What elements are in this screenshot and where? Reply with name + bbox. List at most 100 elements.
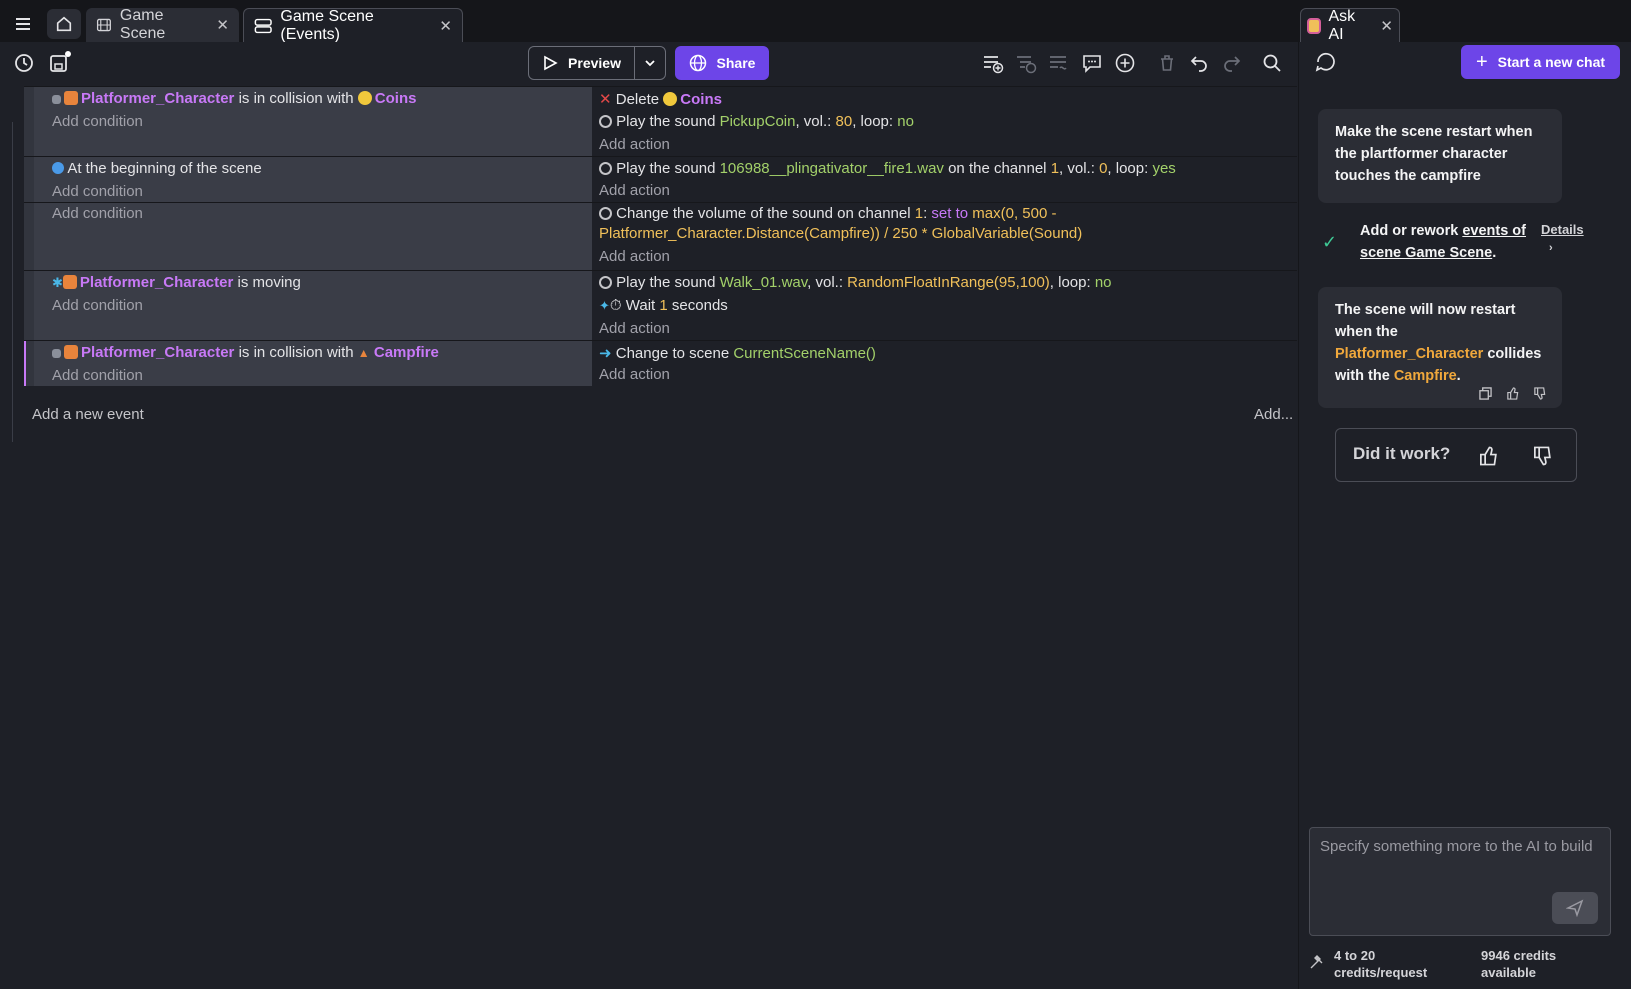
event-row[interactable]: Add condition Change the volume of the s… [24,202,1297,270]
chat-history-icon[interactable] [1311,48,1341,76]
object-name[interactable]: Platformer_Character [81,344,234,361]
add-action-link[interactable]: Add action [599,320,670,337]
conditions-block[interactable]: Add condition [34,203,592,270]
condition[interactable]: At the beginning of the scene [52,160,262,177]
tab-game-scene-events-label: Game Scene (Events) [280,7,374,43]
tab-game-scene-events[interactable]: Game Scene (Events) ✕ [243,7,463,43]
channel-value[interactable]: 1 [915,205,923,222]
event-drag-handle[interactable] [24,157,34,202]
action[interactable]: ➜ Change to scene CurrentSceneName() [599,344,876,362]
wait-value[interactable]: 1 [659,297,667,314]
menu-icon[interactable] [10,11,36,37]
action[interactable]: ✦⏱ Wait 1 seconds [599,297,728,314]
event-row[interactable]: Platformer_Character is in collision wit… [24,86,1297,156]
add-action-link[interactable]: Add action [599,248,670,265]
preview-dropdown-button[interactable] [634,46,666,80]
channel-value[interactable]: 1 [1051,160,1059,177]
start-new-chat-button[interactable]: + Start a new chat [1461,45,1620,79]
character-sprite-icon [64,91,78,105]
share-button[interactable]: Share [675,46,769,80]
action[interactable]: Change the volume of the sound on channe… [599,205,1056,222]
sound-file[interactable]: PickupCoin [720,113,796,130]
add-new-event-link[interactable]: Add a new event [32,406,144,423]
event-row[interactable]: ✱ Platformer_Character is moving Add cond… [24,270,1297,340]
condition[interactable]: Platformer_Character is in collision wit… [52,90,416,107]
operator[interactable]: set to [931,205,968,222]
user-message-text: Make the scene restart when the plartfor… [1335,124,1533,184]
scene-value[interactable]: CurrentSceneName() [733,345,876,362]
add-group-icon[interactable] [1046,50,1072,76]
event-row[interactable]: Platformer_Character is in collision wit… [24,340,1297,386]
close-icon[interactable]: ✕ [216,16,229,34]
close-icon[interactable]: ✕ [439,17,452,35]
conditions-block[interactable]: Platformer_Character is in collision wit… [34,341,592,386]
tool-call-result: ✓ Add or rework events of scene Game Sce… [1318,218,1602,268]
close-icon[interactable]: ✕ [1380,17,1393,35]
action[interactable]: Play the sound Walk_01.wav, vol.: Random… [599,274,1112,291]
film-icon [96,18,111,32]
add-condition-link[interactable]: Add condition [52,113,143,130]
volume-value[interactable]: RandomFloatInRange(95,100) [847,274,1050,291]
object-name[interactable]: Coins [375,90,417,107]
save-icon[interactable] [46,48,74,76]
action[interactable]: Play the sound PickupCoin, vol.: 80, loo… [599,113,914,130]
add-event-icon[interactable] [980,50,1006,76]
undo-icon[interactable] [1186,50,1212,76]
expression-value[interactable]: Platformer_Character.Distance(Campfire))… [599,225,1082,242]
loop-value[interactable]: no [1095,274,1112,291]
search-icon[interactable] [1259,50,1285,76]
action[interactable]: Play the sound 106988__plingativator__fi… [599,160,1176,177]
loop-value[interactable]: no [897,113,914,130]
event-drag-handle[interactable] [24,203,34,270]
action[interactable]: ✕ Delete Coins [599,90,722,108]
object-name[interactable]: Coins [680,91,722,108]
comment-icon[interactable] [1079,50,1105,76]
conditions-block[interactable]: ✱ Platformer_Character is moving Add cond… [34,271,592,340]
event-row[interactable]: At the beginning of the scene Add condit… [24,156,1297,202]
add-subevent-icon[interactable] [1013,50,1039,76]
condition[interactable]: ✱ Platformer_Character is moving [52,274,301,291]
event-drag-handle[interactable] [24,341,34,386]
timer-icon: ⏱ [609,297,622,314]
event-drag-handle[interactable] [24,271,34,340]
scrollbar[interactable] [1604,84,1612,824]
history-icon[interactable] [12,51,36,75]
tab-game-scene[interactable]: Game Scene ✕ [86,7,239,42]
add-more-link[interactable]: Add... [1254,406,1293,423]
home-icon[interactable] [47,9,81,39]
add-condition-link[interactable]: Add condition [52,183,143,200]
loop-value[interactable]: yes [1152,160,1175,177]
sound-file[interactable]: 106988__plingativator__fire1.wav [720,160,944,177]
globe-icon [689,54,706,72]
add-condition-link[interactable]: Add condition [52,367,143,384]
delete-icon[interactable] [1154,50,1180,76]
condition[interactable]: Platformer_Character is in collision wit… [52,344,439,361]
volume-value[interactable]: 80 [836,113,853,130]
thumbs-down-icon[interactable] [1532,446,1552,466]
add-action-link[interactable]: Add action [599,182,670,199]
copy-icon[interactable] [1479,387,1492,400]
tab-ask-ai[interactable]: Ask AI ✕ [1300,8,1400,43]
expression-value[interactable]: max(0, 500 - [972,205,1056,222]
condition-text: At the beginning of the scene [67,160,262,177]
conditions-block[interactable]: Platformer_Character is in collision wit… [34,87,592,156]
redo-icon[interactable] [1219,50,1245,76]
object-name[interactable]: Platformer_Character [80,274,233,291]
add-condition-link[interactable]: Add condition [52,205,143,222]
add-circle-icon[interactable] [1112,50,1138,76]
thumbs-down-icon[interactable] [1533,387,1546,400]
sound-file[interactable]: Walk_01.wav [720,274,808,291]
event-drag-handle[interactable] [24,87,34,156]
object-name[interactable]: Platformer_Character [81,90,234,107]
object-name[interactable]: Campfire [374,344,439,361]
conditions-block[interactable]: At the beginning of the scene Add condit… [34,157,592,202]
details-link[interactable]: Details › [1541,221,1584,257]
add-action-link[interactable]: Add action [599,136,670,153]
add-action-link[interactable]: Add action [599,366,670,383]
thumbs-up-icon[interactable] [1506,387,1519,400]
add-condition-link[interactable]: Add condition [52,297,143,314]
preview-button[interactable]: Preview [528,46,635,80]
send-button[interactable] [1552,892,1598,924]
thumbs-up-icon[interactable] [1478,446,1498,466]
collision-icon [52,95,61,104]
